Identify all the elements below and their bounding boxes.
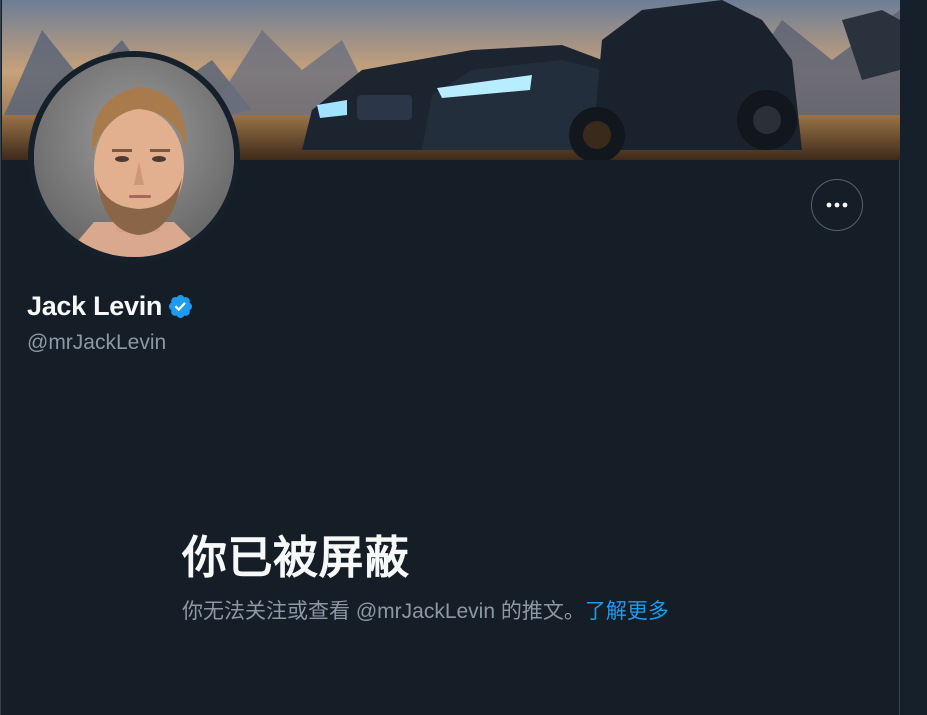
profile-page: Jack Levin @mrJackLevin 你已被屏蔽 你无法关注或查看 @…: [0, 0, 927, 715]
avatar[interactable]: [34, 57, 234, 257]
more-horizontal-icon: [826, 202, 848, 208]
display-name: Jack Levin: [27, 291, 163, 321]
profile-column: Jack Levin @mrJackLevin 你已被屏蔽 你无法关注或查看 @…: [0, 0, 900, 715]
verified-badge-icon[interactable]: [167, 293, 194, 320]
right-gap: [901, 0, 927, 715]
blocked-description-text: 你无法关注或查看 @mrJackLevin 的推文。: [182, 600, 585, 623]
more-options-button[interactable]: [811, 179, 863, 231]
learn-more-link[interactable]: 了解更多: [585, 600, 669, 623]
blocked-title: 你已被屏蔽: [182, 532, 410, 583]
name-row: Jack Levin: [27, 289, 194, 323]
blocked-description: 你无法关注或查看 @mrJackLevin 的推文。了解更多: [182, 597, 669, 627]
avatar-portrait: [34, 57, 234, 257]
user-handle: @mrJackLevin: [27, 331, 167, 354]
